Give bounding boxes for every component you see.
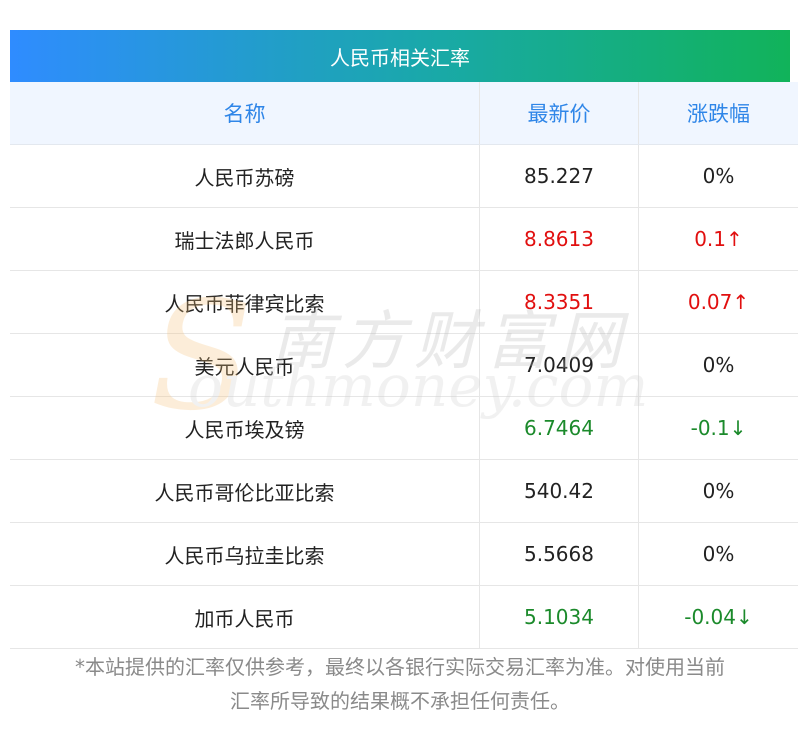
table-row[interactable]: 加币人民币 5.1034 -0.04↓: [10, 585, 798, 649]
column-header-name: 名称: [10, 82, 480, 145]
table-row[interactable]: 美元人民币 7.0409 0%: [10, 333, 798, 397]
column-header-change: 涨跌幅: [638, 82, 798, 145]
table-header-row: 名称 最新价 涨跌幅: [10, 82, 798, 145]
currency-name-cell: 人民币菲律宾比索: [10, 270, 480, 334]
exchange-rate-panel: 人民币相关汇率 名称 最新价 涨跌幅 人民币苏磅 85.227 0% 瑞士法郎人民币 8…: [10, 30, 798, 649]
change-percent-cell: 0.07↑: [638, 270, 798, 334]
table-row[interactable]: 人民币菲律宾比索 8.3351 0.07↑: [10, 270, 798, 334]
column-header-price: 最新价: [479, 82, 639, 145]
disclaimer-line-1: *本站提供的汇率仅供参考，最终以各银行实际交易汇率为准。对使用当前: [75, 655, 725, 679]
disclaimer-line-2: 汇率所导致的结果概不承担任何责任。: [230, 689, 570, 713]
latest-price-cell: 540.42: [479, 459, 639, 523]
table-row[interactable]: 人民币乌拉圭比索 5.5668 0%: [10, 522, 798, 586]
latest-price-cell: 8.3351: [479, 270, 639, 334]
currency-name-cell: 加币人民币: [10, 585, 480, 649]
currency-name-cell: 美元人民币: [10, 333, 480, 397]
panel-title: 人民币相关汇率: [10, 30, 790, 82]
change-percent-cell: 0.1↑: [638, 207, 798, 271]
table-row[interactable]: 人民币埃及镑 6.7464 -0.1↓: [10, 396, 798, 460]
currency-name-cell: 人民币哥伦比亚比索: [10, 459, 480, 523]
latest-price-cell: 7.0409: [479, 333, 639, 397]
change-percent-cell: 0%: [638, 333, 798, 397]
latest-price-cell: 6.7464: [479, 396, 639, 460]
latest-price-cell: 5.5668: [479, 522, 639, 586]
change-percent-cell: -0.1↓: [638, 396, 798, 460]
currency-name-cell: 人民币乌拉圭比索: [10, 522, 480, 586]
change-percent-cell: 0%: [638, 522, 798, 586]
table-row[interactable]: 瑞士法郎人民币 8.8613 0.1↑: [10, 207, 798, 271]
rate-table: 名称 最新价 涨跌幅 人民币苏磅 85.227 0% 瑞士法郎人民币 8.8613 0.1…: [10, 82, 798, 649]
change-percent-cell: 0%: [638, 144, 798, 208]
table-row[interactable]: 人民币苏磅 85.227 0%: [10, 144, 798, 208]
latest-price-cell: 5.1034: [479, 585, 639, 649]
currency-name-cell: 人民币埃及镑: [10, 396, 480, 460]
latest-price-cell: 8.8613: [479, 207, 639, 271]
change-percent-cell: 0%: [638, 459, 798, 523]
currency-name-cell: 瑞士法郎人民币: [10, 207, 480, 271]
table-row[interactable]: 人民币哥伦比亚比索 540.42 0%: [10, 459, 798, 523]
change-percent-cell: -0.04↓: [638, 585, 798, 649]
currency-name-cell: 人民币苏磅: [10, 144, 480, 208]
disclaimer: *本站提供的汇率仅供参考，最终以各银行实际交易汇率为准。对使用当前 汇率所导致的…: [10, 650, 790, 718]
latest-price-cell: 85.227: [479, 144, 639, 208]
